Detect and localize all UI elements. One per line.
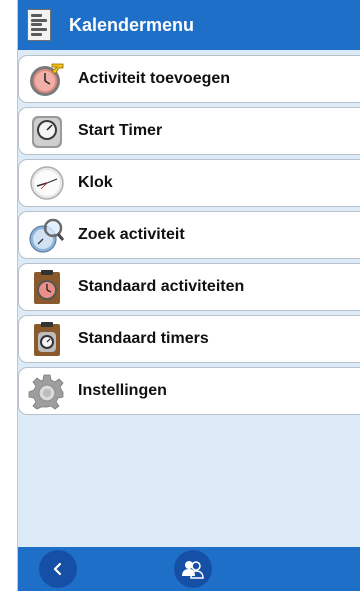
menu-item-activiteit-toevoegen[interactable]: Activiteit toevoegen [18,55,360,103]
page-title: Kalendermenu [69,14,195,35]
back-button[interactable] [39,550,77,588]
menu-item-label: Standaard timers [78,330,209,347]
menu-item-label: Activiteit toevoegen [78,70,231,87]
menu-item-label: Instellingen [78,382,167,399]
clock-icon [27,163,67,203]
menu-item-klok[interactable]: Klok [18,159,360,207]
bottom-bar [18,547,360,591]
menu-item-zoek-activiteit[interactable]: Zoek activiteit [18,211,360,259]
header-bar: Kalendermenu [18,0,360,50]
users-button[interactable] [174,550,212,588]
menu-item-label: Zoek activiteit [78,226,185,243]
menu-item-label: Standaard activiteiten [78,278,245,295]
calendar-list-icon [27,9,51,41]
gear-icon [27,371,67,411]
menu-list: Activiteit toevoegen Start Timer Klok Zo… [18,55,360,419]
menu-item-label: Klok [78,174,113,191]
clipboard-clock-icon [27,267,67,307]
clock-add-icon [27,59,67,99]
clipboard-timer-icon [27,319,67,359]
menu-item-start-timer[interactable]: Start Timer [18,107,360,155]
menu-item-standaard-timers[interactable]: Standaard timers [18,315,360,363]
menu-item-instellingen[interactable]: Instellingen [18,367,360,415]
menu-item-standaard-activiteiten[interactable]: Standaard activiteiten [18,263,360,311]
chevron-left-icon [53,562,62,576]
menu-item-label: Start Timer [78,122,163,139]
app-frame: Kalendermenu Activiteit toevoegen Start … [17,0,360,591]
users-icon [182,561,204,579]
stopwatch-icon [27,111,67,151]
clock-search-icon [27,215,67,255]
